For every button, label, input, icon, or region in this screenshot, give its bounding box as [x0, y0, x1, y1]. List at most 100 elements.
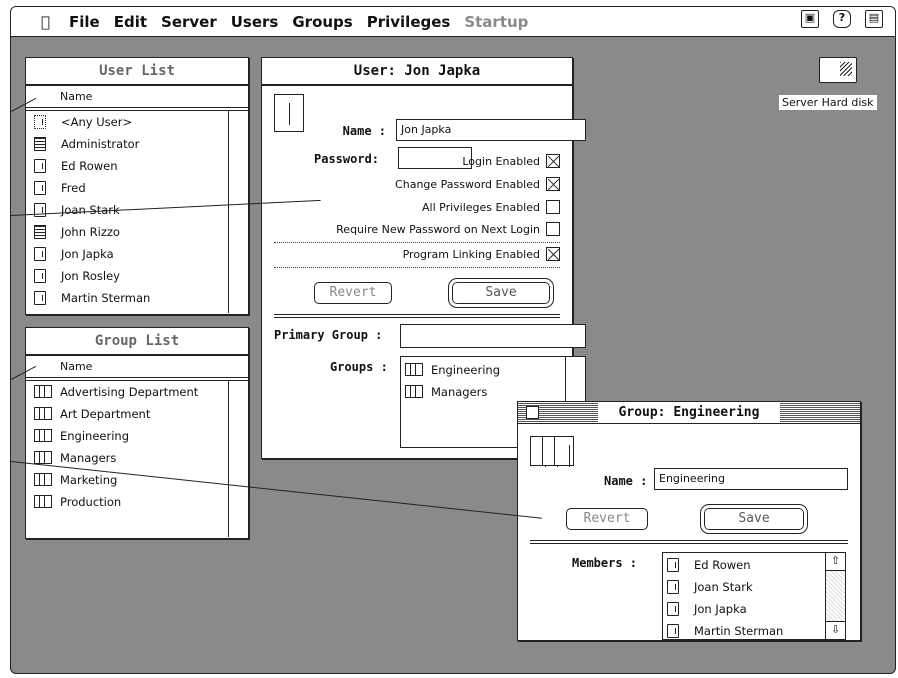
user-group-item[interactable]: Managers [401, 381, 585, 403]
member-item[interactable]: Ed Rowen [663, 554, 845, 576]
program-linking-checkbox[interactable] [546, 247, 560, 261]
group-icon [34, 429, 54, 443]
login-enabled-checkbox[interactable] [546, 154, 560, 168]
login-enabled-row[interactable]: Login Enabled [462, 154, 560, 168]
member-item-label: Ed Rowen [694, 558, 751, 572]
menu-file[interactable]: File [62, 13, 107, 31]
menu-server[interactable]: Server [154, 13, 224, 31]
require-new-password-row[interactable]: Require New Password on Next Login [336, 222, 560, 236]
group-list-column-header[interactable]: Name [26, 356, 248, 378]
user-icon [34, 181, 46, 195]
user-list-item[interactable]: John Rizzo [26, 221, 248, 243]
group-list-item[interactable]: Engineering [26, 425, 248, 447]
groups-label: Groups : [330, 360, 388, 374]
application-menu-icon[interactable]: ▤ [865, 10, 883, 28]
menu-edit[interactable]: Edit [107, 13, 154, 31]
group-list-scrollbar[interactable] [228, 381, 248, 537]
close-box-icon[interactable] [526, 406, 539, 419]
user-list-item-label: Martin Sterman [61, 291, 151, 305]
group-list-item-label: Engineering [60, 429, 129, 443]
group-list-item-label: Managers [60, 451, 117, 465]
group-list-title[interactable]: Group List [26, 328, 248, 356]
group-icon [530, 436, 578, 480]
group-icon [34, 473, 54, 487]
user-list-scrollbar[interactable] [228, 111, 248, 313]
help-icon[interactable]: ? [833, 10, 851, 28]
user-group-item[interactable]: Engineering [401, 359, 585, 381]
group-icon [405, 385, 425, 399]
user-list-item[interactable]: Jon Rosley [26, 265, 248, 287]
members-list: ⇧ ⇩ Ed Rowen Joan Stark Jon Japka Martin St… [662, 552, 846, 640]
member-item[interactable]: Martin Sterman [663, 620, 845, 642]
scroll-up-arrow-icon[interactable]: ⇧ [826, 553, 845, 571]
change-password-label: Change Password Enabled [395, 177, 540, 191]
group-list-item-label: Production [60, 495, 122, 509]
user-icon [667, 624, 679, 638]
members-label: Members : [572, 556, 638, 570]
user-list-item[interactable]: Administrator [26, 133, 248, 155]
user-window: User: Jon Japka Name : Jon Japka Passwor… [261, 57, 586, 459]
menu-users[interactable]: Users [224, 13, 286, 31]
desktop:  File Edit Server Users Groups Privileg… [10, 6, 896, 674]
members-scrollbar[interactable]: ⇧ ⇩ [825, 553, 845, 639]
file-share-icon[interactable]: ▣ [801, 10, 819, 28]
user-name-field[interactable]: Jon Japka [396, 119, 586, 141]
require-new-password-checkbox[interactable] [546, 222, 560, 236]
menu-privileges[interactable]: Privileges [360, 13, 458, 31]
user-icon [667, 558, 679, 572]
password-field[interactable] [398, 147, 472, 169]
program-linking-row[interactable]: Program Linking Enabled [403, 247, 560, 261]
user-revert-button[interactable]: Revert [314, 282, 392, 304]
menu-startup[interactable]: Startup [457, 13, 535, 31]
user-icon [34, 269, 46, 283]
menu-groups[interactable]: Groups [285, 13, 359, 31]
menu-bar:  File Edit Server Users Groups Privileg… [11, 7, 895, 37]
group-icon [34, 385, 54, 399]
user-window-title[interactable]: User: Jon Japka [262, 58, 572, 86]
hard-disk-label[interactable]: Server Hard disk [779, 95, 877, 110]
change-password-row[interactable]: Change Password Enabled [395, 177, 560, 191]
user-icon [34, 159, 46, 173]
user-list-window: User List Name <Any User> Administrator Ed… [25, 57, 249, 315]
user-list-item[interactable]: Ed Rowen [26, 155, 248, 177]
apple-menu-icon[interactable]:  [11, 13, 62, 31]
scroll-down-arrow-icon[interactable]: ⇩ [826, 621, 845, 639]
all-privileges-row[interactable]: All Privileges Enabled [422, 200, 560, 214]
login-enabled-label: Login Enabled [462, 154, 540, 168]
group-window-titlebar[interactable]: Group: Engineering [518, 402, 860, 424]
group-name-field[interactable]: Engineering [654, 468, 848, 490]
change-password-checkbox[interactable] [546, 177, 560, 191]
all-privileges-checkbox[interactable] [546, 200, 560, 214]
group-list-item-label: Art Department [60, 407, 151, 421]
user-list-title[interactable]: User List [26, 58, 248, 86]
group-list-item[interactable]: Marketing [26, 469, 248, 491]
group-list-item[interactable]: Production [26, 491, 248, 513]
user-list-item-label: Ed Rowen [61, 159, 118, 173]
user-list-item[interactable]: Martin Sterman [26, 287, 248, 309]
divider [274, 242, 560, 243]
group-list-item-label: Advertising Department [60, 385, 199, 399]
user-list-item[interactable]: Joan Stark [26, 199, 248, 221]
user-list-item[interactable]: Fred [26, 177, 248, 199]
user-list-item[interactable]: Jon Japka [26, 243, 248, 265]
member-item-label: Martin Sterman [694, 624, 784, 638]
user-list-item[interactable]: <Any User> [26, 111, 248, 133]
primary-group-field[interactable] [400, 324, 586, 348]
member-item[interactable]: Joan Stark [663, 576, 845, 598]
user-save-button[interactable]: Save [449, 279, 553, 307]
user-list-column-header[interactable]: Name [26, 86, 248, 108]
hard-disk-icon[interactable] [819, 57, 857, 83]
user-icon [667, 602, 679, 616]
group-list-item[interactable]: Art Department [26, 403, 248, 425]
user-list-item-label: Administrator [61, 137, 140, 151]
member-item[interactable]: Jon Japka [663, 598, 845, 620]
group-icon [405, 363, 425, 377]
admin-icon [34, 137, 46, 151]
group-revert-button[interactable]: Revert [566, 508, 648, 530]
group-save-button[interactable]: Save [701, 505, 807, 533]
group-window-title: Group: Engineering [598, 402, 780, 423]
require-new-password-label: Require New Password on Next Login [336, 222, 540, 236]
program-linking-label: Program Linking Enabled [402, 247, 540, 261]
group-list-item[interactable]: Advertising Department [26, 381, 248, 403]
admin-icon [34, 225, 46, 239]
